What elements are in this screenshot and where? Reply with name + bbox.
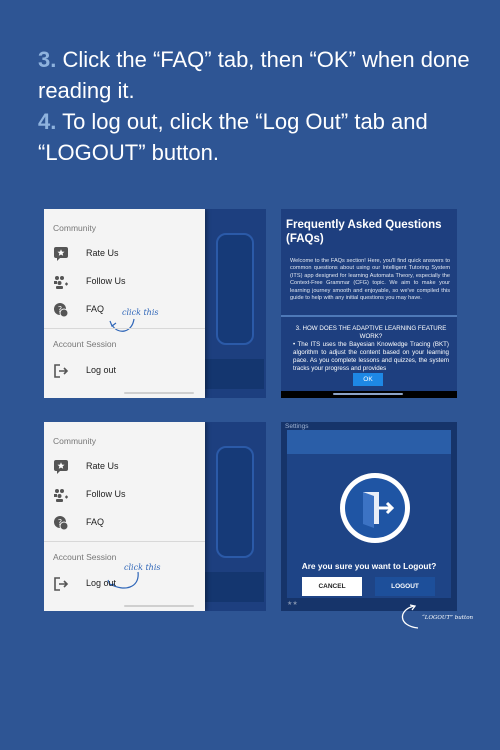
- drawer-item-label: Follow Us: [86, 489, 126, 499]
- drawer-item-label: Rate Us: [86, 248, 119, 258]
- logout-dialog-screenshot: Settings Are you sure you want to Logout…: [281, 422, 457, 611]
- step-4-number: 4.: [38, 109, 57, 134]
- drawer-item-rate-us[interactable]: Rate Us: [44, 455, 205, 479]
- question-bubble-icon: ?: [54, 516, 69, 531]
- gesture-handle: [124, 392, 194, 394]
- community-section-label: Community: [53, 436, 96, 446]
- people-icon: [54, 489, 68, 502]
- star-chat-icon: [54, 247, 68, 261]
- faq-separator: [281, 315, 457, 317]
- drawer-item-log-out[interactable]: Log out: [44, 572, 205, 596]
- account-session-label: Account Session: [53, 552, 117, 562]
- app-strip: [204, 572, 264, 602]
- logout-question: Are you sure you want to Logout?: [301, 561, 437, 571]
- drawer-item-label: Follow Us: [86, 276, 126, 286]
- step-4: 4. To log out, click the “Log Out” tab a…: [38, 106, 478, 168]
- logout-button-annotation: “LOGOUT” button: [422, 615, 474, 621]
- star-chat-icon: [54, 460, 68, 474]
- faq-clip: [281, 325, 457, 371]
- drawer-item-faq[interactable]: ? FAQ: [44, 511, 205, 535]
- drawer-screenshot-faq: Community Rate Us Follow Us ? FAQ click …: [44, 209, 266, 398]
- drawer-item-follow-us[interactable]: Follow Us: [44, 483, 205, 507]
- drawer-item-log-out[interactable]: Log out: [44, 359, 205, 383]
- hint-arrow-icon: [109, 318, 135, 332]
- faq-title: Frequently Asked Questions (FAQs): [286, 219, 442, 245]
- step-3-text: Click the “FAQ” tab, then “OK” when done…: [38, 47, 470, 103]
- navigation-drawer: Community Rate Us Follow Us ? FAQ Accoun…: [44, 422, 205, 611]
- app-card: [216, 233, 254, 345]
- settings-label: Settings: [285, 423, 309, 430]
- step-4-text: To log out, click the “Log Out” tab and …: [38, 109, 428, 165]
- step-3: 3. Click the “FAQ” tab, then “OK” when d…: [38, 44, 478, 106]
- rating-stars-icon: ★★: [287, 600, 298, 607]
- community-section-label: Community: [53, 223, 96, 233]
- cancel-button[interactable]: CANCEL: [302, 577, 362, 596]
- icon-inner: [345, 478, 405, 538]
- faq-screenshot: Frequently Asked Questions (FAQs) Welcom…: [281, 209, 457, 398]
- drawer-divider: [44, 328, 205, 329]
- ok-button[interactable]: OK: [353, 373, 383, 386]
- drawer-item-label: FAQ: [86, 304, 105, 314]
- drawer-divider: [44, 541, 205, 542]
- dialog-header: [287, 430, 451, 454]
- step-3-number: 3.: [38, 47, 57, 72]
- question-bubble-icon: ?: [54, 303, 69, 318]
- drawer-item-follow-us[interactable]: Follow Us: [44, 270, 205, 294]
- people-icon: [54, 276, 68, 289]
- drawer-item-label: Log out: [86, 578, 117, 588]
- app-card: [216, 446, 254, 558]
- gesture-handle: [124, 605, 194, 607]
- account-session-label: Account Session: [53, 339, 117, 349]
- door-arrow-icon: [363, 492, 395, 528]
- instructions: 3. Click the “FAQ” tab, then “OK” when d…: [38, 44, 478, 168]
- logout-button[interactable]: LOGOUT: [375, 577, 435, 596]
- drawer-item-label: Log out: [86, 365, 117, 375]
- drawer-item-rate-us[interactable]: Rate Us: [44, 242, 205, 266]
- gesture-handle: [333, 393, 403, 395]
- logout-confirm-dialog: Are you sure you want to Logout? CANCEL …: [287, 430, 451, 598]
- drawer-item-label: FAQ: [86, 517, 105, 527]
- drawer-screenshot-logout: Community Rate Us Follow Us ? FAQ Accoun…: [44, 422, 266, 611]
- drawer-item-label: Rate Us: [86, 461, 119, 471]
- svg-text:?: ?: [58, 518, 62, 527]
- logout-icon: [54, 577, 69, 591]
- logout-door-icon: [340, 473, 410, 543]
- app-strip: [204, 359, 264, 389]
- faq-intro-text: Welcome to the FAQs section! Here, you'l…: [290, 258, 450, 302]
- svg-text:?: ?: [58, 305, 62, 314]
- navigation-drawer: Community Rate Us Follow Us ? FAQ click …: [44, 209, 205, 398]
- logout-icon: [54, 364, 69, 378]
- click-this-annotation: click this: [122, 308, 159, 317]
